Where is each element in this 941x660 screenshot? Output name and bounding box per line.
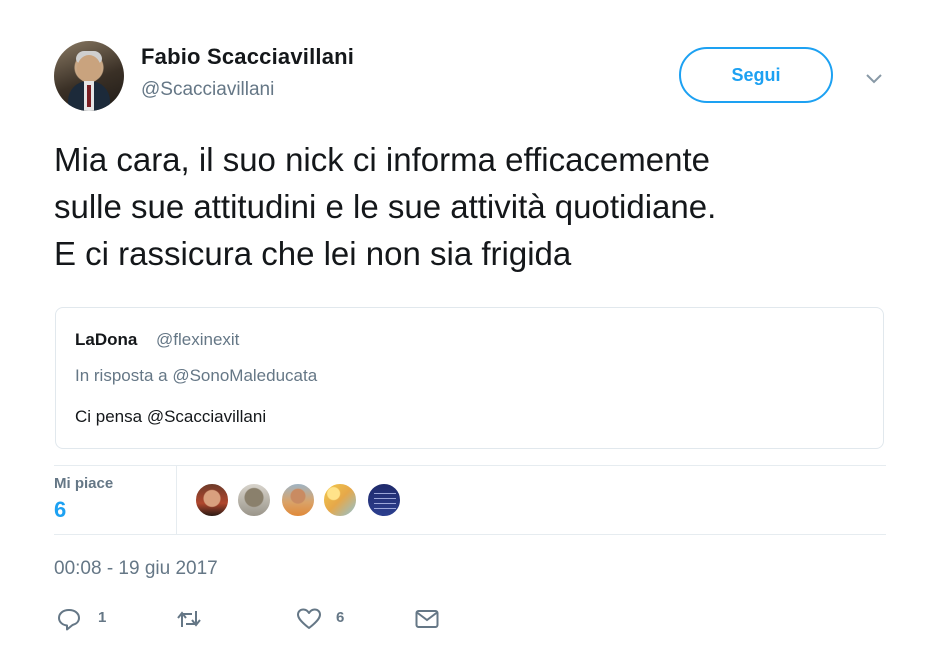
author-avatar[interactable] [54, 41, 124, 111]
quoted-author-handle: @flexinexit [156, 330, 240, 349]
stats-divider [176, 466, 177, 534]
divider [54, 534, 886, 535]
tweet-timestamp[interactable]: 00:08 - 19 giu 2017 [54, 558, 218, 580]
dm-icon[interactable] [414, 606, 440, 632]
caret-down-icon[interactable] [862, 66, 886, 90]
retweet-icon[interactable] [176, 606, 202, 632]
follow-button[interactable]: Segui [679, 47, 833, 103]
quoted-reply-context: In risposta a @SonoMaleducata [75, 366, 318, 385]
like-count: 6 [336, 609, 345, 626]
quoted-author-name: LaDona [75, 330, 138, 349]
author-name[interactable]: Fabio Scacciavillani [141, 44, 354, 70]
liker-avatar[interactable] [236, 482, 272, 518]
divider [54, 465, 886, 466]
quoted-tweet-text: Ci pensa @Scacciavillani [75, 407, 267, 426]
tweet-text: Mia cara, il suo nick ci informa efficac… [54, 141, 717, 272]
liker-avatar[interactable] [322, 482, 358, 518]
quoted-tweet[interactable]: LaDona @flexinexit In risposta a @SonoMa… [55, 307, 884, 449]
liker-avatar[interactable] [280, 482, 316, 518]
likes-count[interactable]: 6 [54, 497, 66, 523]
liker-avatar[interactable] [194, 482, 230, 518]
likes-label[interactable]: Mi piace [54, 475, 113, 492]
like-icon[interactable] [296, 606, 322, 632]
author-handle[interactable]: @Scacciavillani [141, 79, 274, 101]
reply-count: 1 [98, 609, 107, 626]
liker-avatar[interactable] [366, 482, 402, 518]
reply-icon[interactable] [56, 606, 82, 632]
